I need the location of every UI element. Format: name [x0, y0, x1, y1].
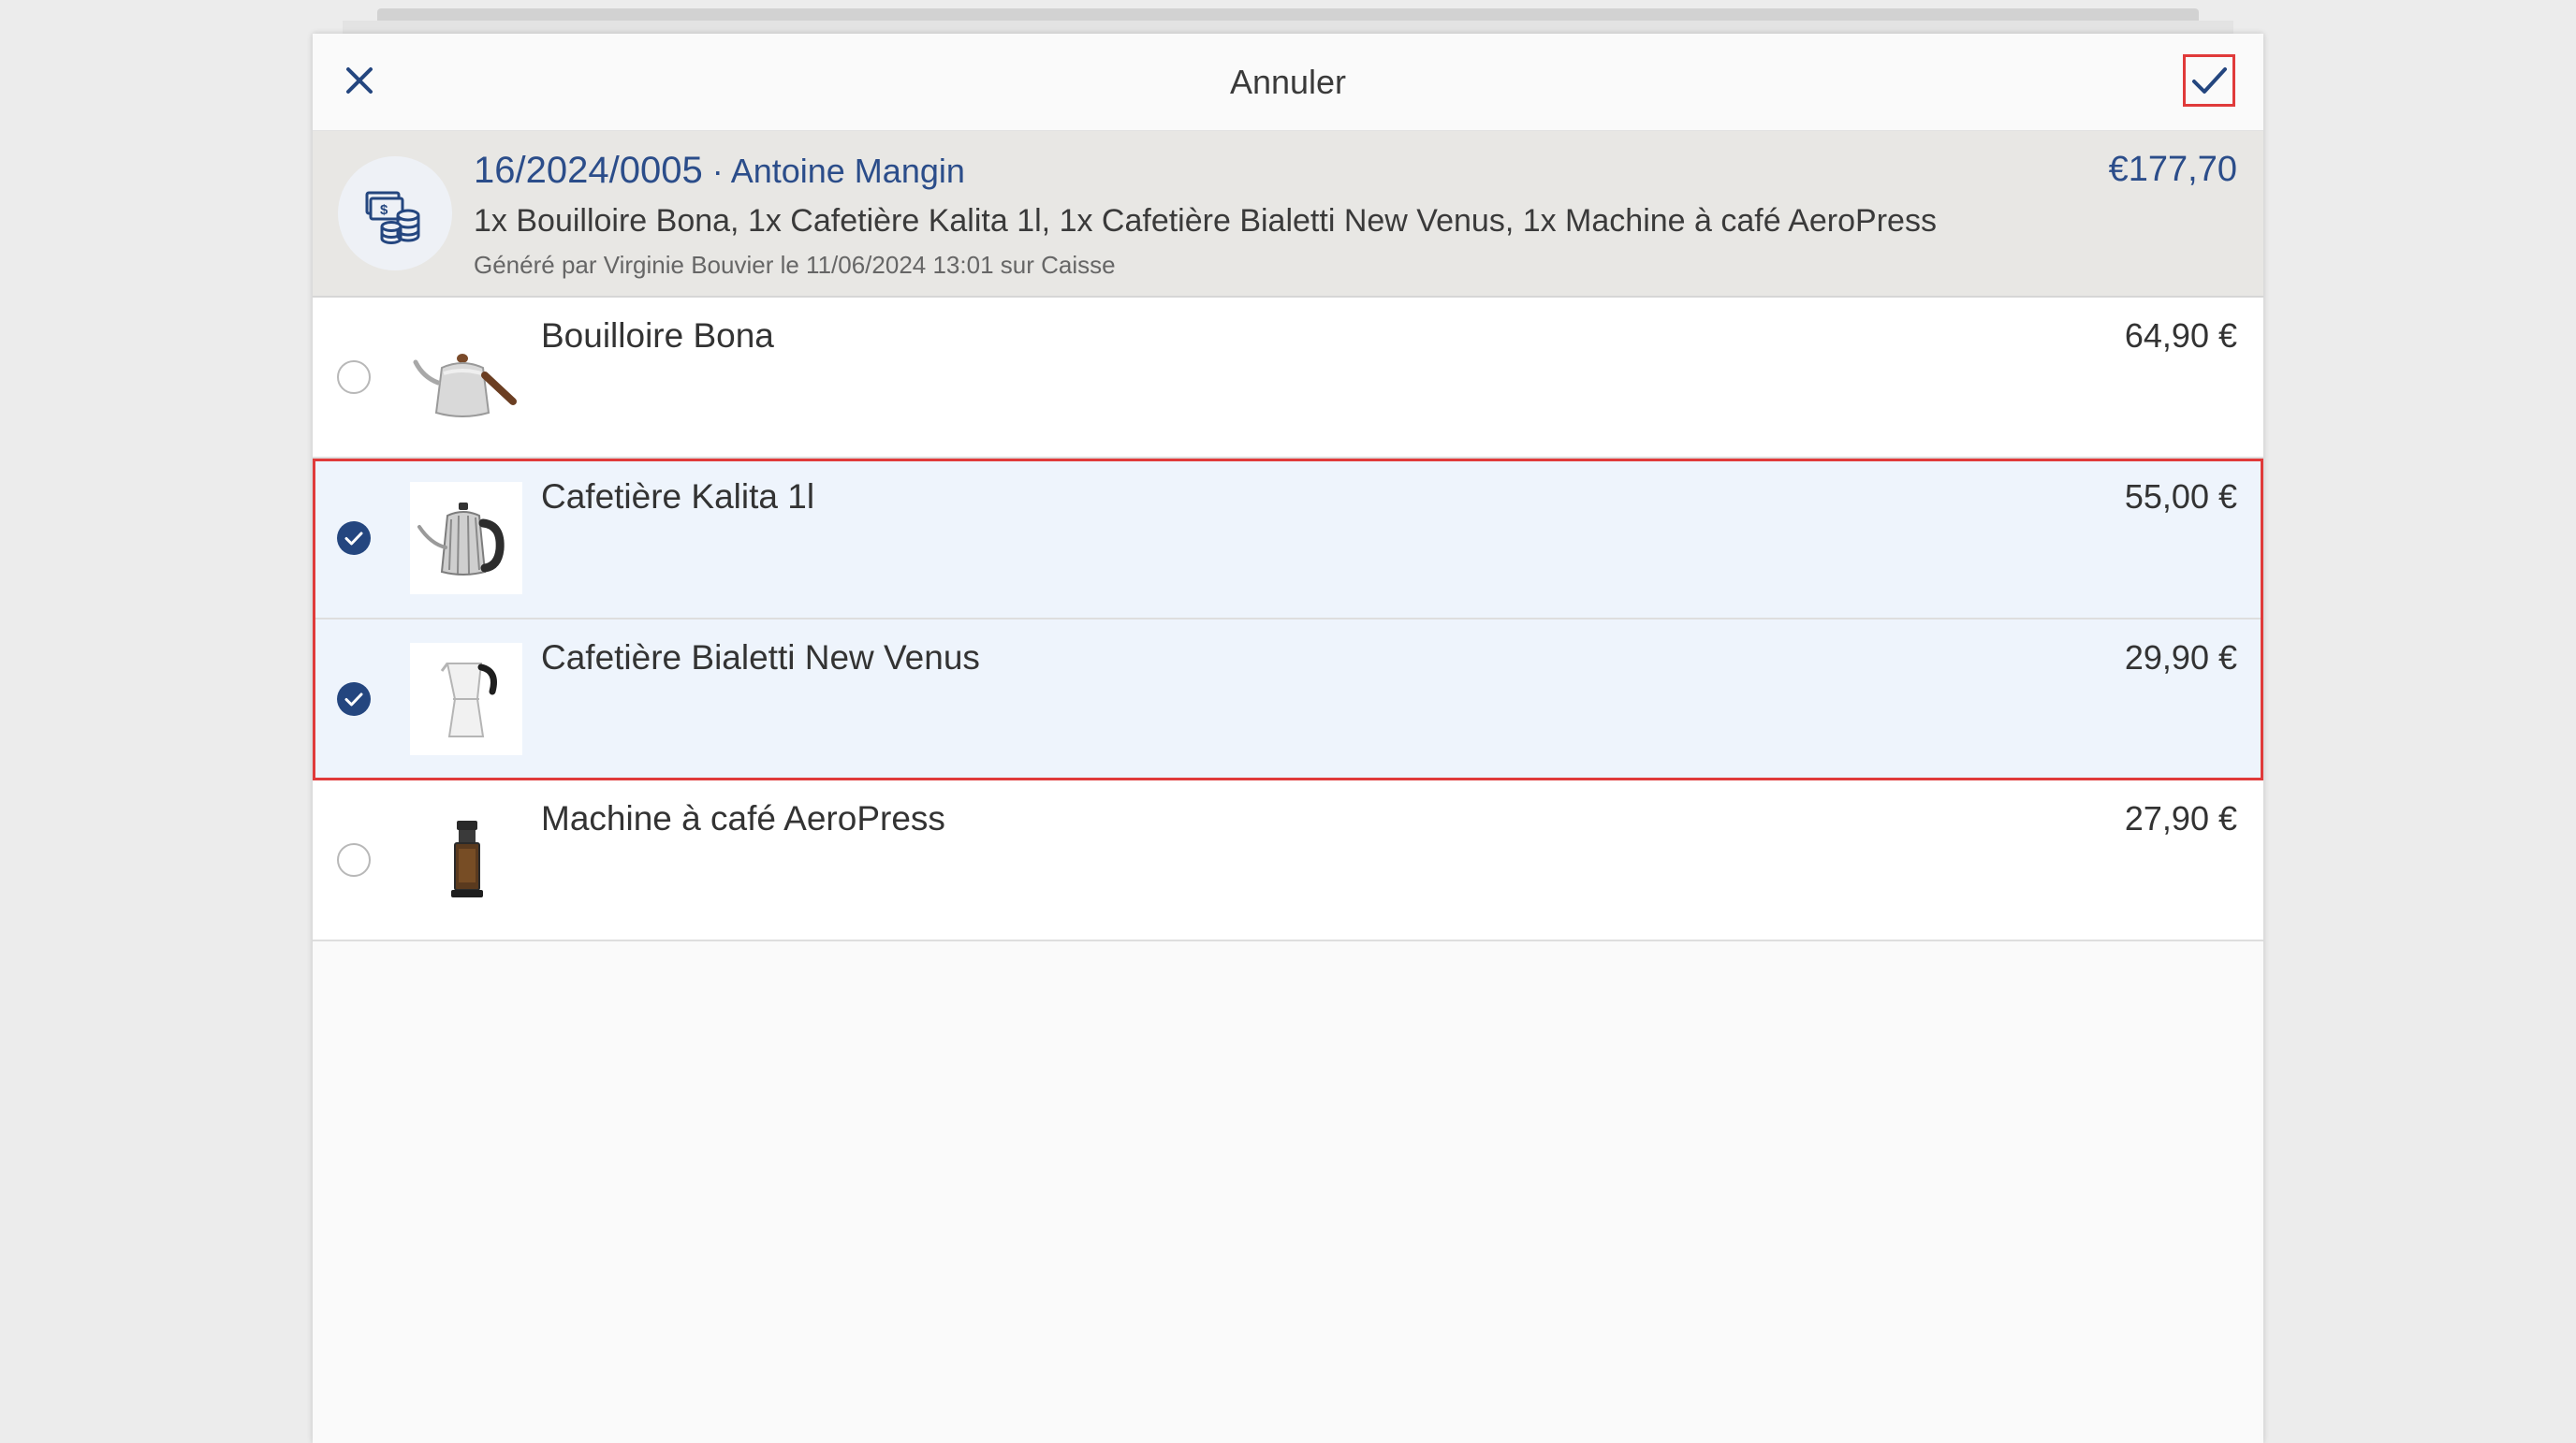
svg-text:$: $ [380, 202, 388, 218]
separator: · [702, 152, 731, 190]
list-item[interactable]: Cafetière Kalita 1l 55,00 € [313, 459, 2263, 619]
order-summary: $ 16/2024/0005 · Antoine Mangin €177,70 … [313, 131, 2263, 298]
item-name: Machine à café AeroPress [541, 799, 945, 838]
order-items-summary: 1x Bouilloire Bona, 1x Cafetière Kalita … [474, 203, 1937, 239]
item-price: 27,90 € [2124, 799, 2237, 838]
item-name: Cafetière Kalita 1l [541, 477, 815, 516]
dialog-header: Annuler [313, 34, 2263, 132]
list-item[interactable]: Cafetière Bialetti New Venus 29,90 € [313, 619, 2263, 780]
pour-over-kettle-icon [417, 503, 505, 576]
order-title: 16/2024/0005 · Antoine Mangin [474, 150, 965, 192]
customer-name: Antoine Mangin [730, 152, 965, 190]
cash-coins-icon: $ [365, 191, 420, 244]
moka-pot-icon [440, 663, 497, 737]
product-thumbnail [410, 643, 522, 755]
order-number: 16/2024/0005 [474, 150, 703, 191]
check-icon [344, 532, 363, 546]
radio-checked[interactable] [337, 682, 371, 716]
radio-checked[interactable] [337, 521, 371, 555]
stacked-sheet-edge [377, 8, 2199, 22]
order-total: €177,70 [2108, 150, 2237, 189]
cancel-sheet: Annuler $ 16/2024/0005 · Antoine Mangin … [313, 34, 2263, 1443]
item-price: 29,90 € [2124, 638, 2237, 677]
list-item[interactable]: Bouilloire Bona 64,90 € [313, 298, 2263, 459]
check-icon [344, 692, 363, 707]
item-price: 55,00 € [2124, 477, 2237, 516]
order-icon-badge: $ [338, 156, 452, 270]
product-thumbnail [410, 321, 522, 433]
product-thumbnail [410, 804, 522, 916]
item-list: Bouilloire Bona 64,90 € Cafetière Kalita… [313, 298, 2263, 941]
close-button[interactable] [322, 43, 397, 118]
radio-unchecked[interactable] [337, 843, 371, 877]
item-name: Cafetière Bialetti New Venus [541, 638, 980, 677]
item-price: 64,90 € [2124, 316, 2237, 355]
radio-unchecked[interactable] [337, 360, 371, 394]
confirm-button[interactable] [2183, 54, 2235, 107]
order-meta: Généré par Virginie Bouvier le 11/06/202… [474, 251, 1116, 279]
item-name: Bouilloire Bona [541, 316, 774, 355]
close-icon [346, 67, 373, 94]
dialog-title: Annuler [1229, 63, 1347, 101]
product-thumbnail [410, 482, 522, 594]
check-icon [2192, 67, 2227, 94]
aeropress-icon [451, 821, 483, 897]
list-item[interactable]: Machine à café AeroPress 27,90 € [313, 780, 2263, 941]
kettle-icon [413, 354, 517, 417]
